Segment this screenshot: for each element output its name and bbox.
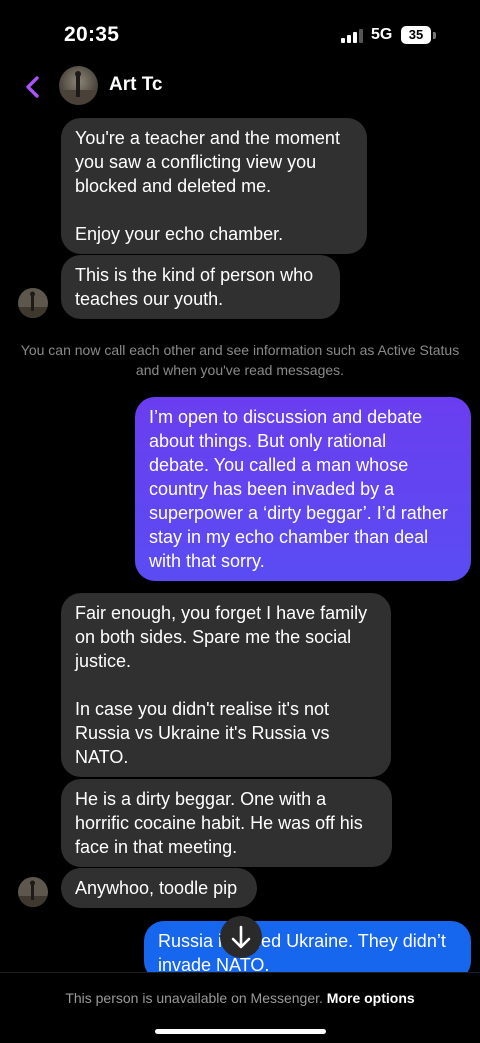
status-bar: 20:35 5G 35 (0, 0, 480, 64)
arrow-down-icon (231, 925, 251, 949)
status-time: 20:35 (64, 23, 120, 46)
footer: This person is unavailable on Messenger.… (0, 972, 480, 1043)
footer-message: This person is unavailable on Messenger.… (0, 990, 480, 1006)
contact-avatar-small[interactable] (18, 288, 48, 318)
message-outgoing[interactable]: I’m open to discussion and debate about … (135, 397, 471, 581)
more-options-link[interactable]: More options (327, 990, 415, 1006)
message-incoming[interactable]: This is the kind of person who teaches o… (61, 255, 340, 319)
message-incoming[interactable]: Fair enough, you forget I have family on… (61, 593, 391, 777)
contact-avatar-small[interactable] (18, 877, 48, 907)
network-label: 5G (371, 26, 393, 43)
message-incoming[interactable]: Anywhoo, toodle pip (61, 868, 257, 908)
battery-icon: 35 (401, 26, 431, 44)
contact-name[interactable]: Art Tc (109, 74, 162, 96)
battery-nub (433, 32, 436, 39)
message-incoming[interactable]: You're a teacher and the moment you saw … (61, 118, 367, 254)
message-incoming[interactable]: He is a dirty beggar. One with a horrifi… (61, 779, 392, 867)
signal-icon (341, 29, 365, 43)
chat-header: Art Tc (0, 64, 480, 110)
back-button[interactable] (20, 70, 48, 104)
scroll-to-bottom-button[interactable] (220, 916, 262, 958)
unavailable-text: This person is unavailable on Messenger. (65, 990, 323, 1006)
contact-avatar[interactable] (59, 66, 98, 105)
chevron-left-icon (26, 76, 39, 98)
system-note: You can now call each other and see info… (20, 342, 460, 378)
home-indicator[interactable] (155, 1029, 326, 1034)
